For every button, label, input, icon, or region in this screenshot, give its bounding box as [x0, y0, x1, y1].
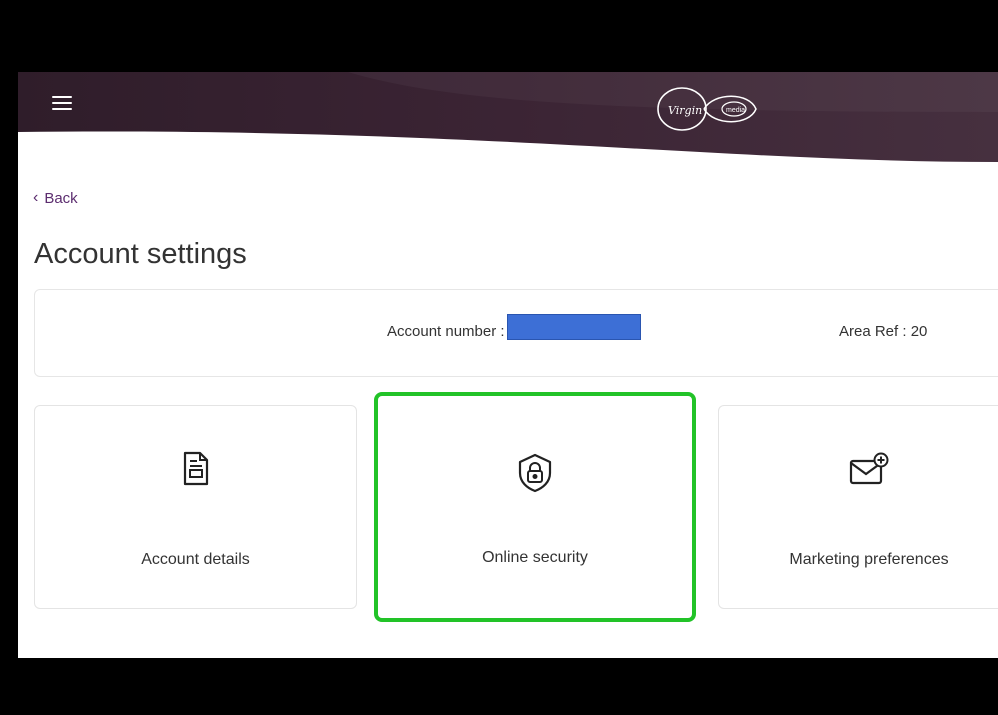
back-label: Back — [44, 189, 78, 207]
online-security-label: Online security — [482, 549, 588, 566]
document-icon — [183, 451, 208, 486]
shield-lock-icon — [518, 453, 552, 493]
marketing-preferences-label: Marketing preferences — [789, 551, 949, 568]
account-number-redacted — [506, 313, 641, 340]
account-number: Account number : — [387, 313, 641, 340]
account-details-card[interactable]: Account details — [34, 405, 357, 609]
header-background — [18, 72, 998, 162]
logo-text-virgin: Virgin — [668, 104, 702, 117]
account-details-label: Account details — [141, 551, 250, 568]
online-security-card[interactable]: Online security — [374, 392, 696, 622]
logo-text-media: media — [726, 107, 745, 114]
account-info-bar: Account number : Area Ref : 20 — [34, 289, 998, 377]
envelope-plus-icon — [849, 452, 889, 485]
top-header: Virgin media — [18, 72, 998, 167]
page-title: Account settings — [34, 238, 247, 270]
hamburger-menu-icon[interactable] — [52, 96, 72, 112]
account-number-label: Account number : — [387, 323, 505, 340]
app-screen: Virgin media ‹ Back Account settings Acc… — [18, 72, 998, 658]
area-ref: Area Ref : 20 — [839, 323, 928, 340]
chevron-left-icon: ‹ — [33, 189, 39, 206]
back-link[interactable]: ‹ Back — [33, 189, 78, 207]
marketing-preferences-card[interactable]: Marketing preferences — [718, 405, 998, 609]
virgin-media-logo[interactable]: Virgin media — [654, 84, 764, 134]
